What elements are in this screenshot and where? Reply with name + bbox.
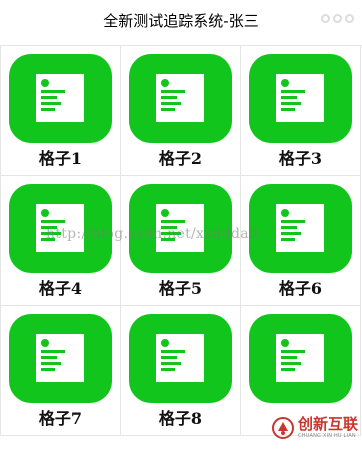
grid-item-label: 格子2 — [158, 149, 203, 168]
grid-item-9[interactable] — [241, 306, 361, 436]
grid-item-label: 格子6 — [278, 279, 323, 298]
document-icon — [129, 314, 232, 403]
document-icon — [129, 184, 232, 273]
grid-item-7[interactable]: 格子7 — [1, 306, 121, 436]
grid-item-label: 格子4 — [38, 279, 83, 298]
document-icon — [9, 184, 112, 273]
grid-item-label: 格子8 — [158, 409, 203, 428]
document-icon — [129, 54, 232, 143]
grid-item-2[interactable]: 格子2 — [121, 46, 241, 176]
more-menu-icon[interactable] — [321, 14, 354, 23]
title-bar: 全新测试追踪系统-张三 — [0, 0, 362, 44]
grid-item-8[interactable]: 格子8 — [121, 306, 241, 436]
document-icon — [249, 184, 352, 273]
tile-grid: 格子1 格子2 格子3 格子4 格子5 格子6 格子7 格子8 — [0, 45, 362, 436]
menu-dot — [333, 14, 342, 23]
document-icon — [249, 54, 352, 143]
grid-item-label: 格子7 — [38, 409, 83, 428]
grid-item-1[interactable]: 格子1 — [1, 46, 121, 176]
grid-item-label: 格子5 — [158, 279, 203, 298]
page-title: 全新测试追踪系统-张三 — [103, 12, 259, 30]
menu-dot — [321, 14, 330, 23]
document-icon — [9, 314, 112, 403]
grid-item-label: 格子3 — [278, 149, 323, 168]
grid-item-label: 格子1 — [38, 149, 83, 168]
grid-item-3[interactable]: 格子3 — [241, 46, 361, 176]
grid-item-4[interactable]: 格子4 — [1, 176, 121, 306]
document-icon — [9, 54, 112, 143]
grid-item-5[interactable]: 格子5 — [121, 176, 241, 306]
document-icon — [249, 314, 352, 403]
menu-dot — [345, 14, 354, 23]
grid-item-6[interactable]: 格子6 — [241, 176, 361, 306]
